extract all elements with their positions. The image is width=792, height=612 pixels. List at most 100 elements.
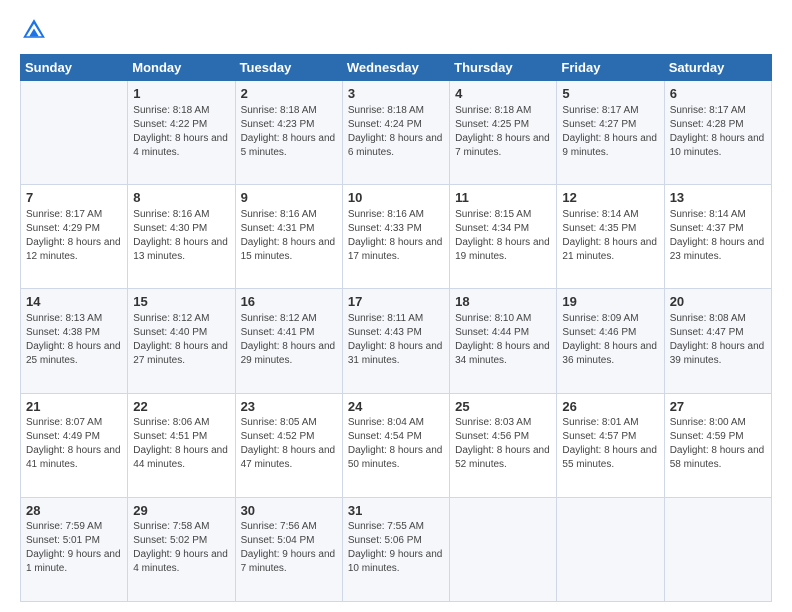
day-number: 5 — [562, 85, 659, 103]
day-info: Sunrise: 8:13 AMSunset: 4:38 PMDaylight:… — [26, 312, 123, 368]
calendar-cell: 16Sunrise: 8:12 AMSunset: 4:41 PMDayligh… — [235, 289, 342, 393]
calendar-cell: 9Sunrise: 8:16 AMSunset: 4:31 PMDaylight… — [235, 185, 342, 289]
calendar-cell — [557, 497, 664, 601]
calendar-cell: 6Sunrise: 8:17 AMSunset: 4:28 PMDaylight… — [664, 81, 771, 185]
day-info: Sunrise: 8:12 AMSunset: 4:41 PMDaylight:… — [241, 312, 338, 368]
calendar-cell: 29Sunrise: 7:58 AMSunset: 5:02 PMDayligh… — [128, 497, 235, 601]
day-number: 13 — [670, 189, 767, 207]
weekday-header-wednesday: Wednesday — [342, 55, 449, 81]
day-number: 3 — [348, 85, 445, 103]
day-info: Sunrise: 8:11 AMSunset: 4:43 PMDaylight:… — [348, 312, 445, 368]
day-number: 7 — [26, 189, 123, 207]
day-info: Sunrise: 8:04 AMSunset: 4:54 PMDaylight:… — [348, 416, 445, 472]
calendar-cell: 17Sunrise: 8:11 AMSunset: 4:43 PMDayligh… — [342, 289, 449, 393]
weekday-header-row: SundayMondayTuesdayWednesdayThursdayFrid… — [21, 55, 772, 81]
day-number: 28 — [26, 502, 123, 520]
day-number: 11 — [455, 189, 552, 207]
calendar-week-row: 14Sunrise: 8:13 AMSunset: 4:38 PMDayligh… — [21, 289, 772, 393]
day-info: Sunrise: 8:17 AMSunset: 4:27 PMDaylight:… — [562, 104, 659, 160]
day-info: Sunrise: 8:03 AMSunset: 4:56 PMDaylight:… — [455, 416, 552, 472]
day-info: Sunrise: 8:00 AMSunset: 4:59 PMDaylight:… — [670, 416, 767, 472]
calendar-cell: 27Sunrise: 8:00 AMSunset: 4:59 PMDayligh… — [664, 393, 771, 497]
calendar-week-row: 7Sunrise: 8:17 AMSunset: 4:29 PMDaylight… — [21, 185, 772, 289]
calendar-cell: 13Sunrise: 8:14 AMSunset: 4:37 PMDayligh… — [664, 185, 771, 289]
logo — [20, 16, 52, 44]
day-number: 23 — [241, 398, 338, 416]
day-info: Sunrise: 7:58 AMSunset: 5:02 PMDaylight:… — [133, 520, 230, 576]
calendar-cell — [21, 81, 128, 185]
weekday-header-thursday: Thursday — [450, 55, 557, 81]
day-info: Sunrise: 8:18 AMSunset: 4:23 PMDaylight:… — [241, 104, 338, 160]
calendar-cell: 19Sunrise: 8:09 AMSunset: 4:46 PMDayligh… — [557, 289, 664, 393]
day-info: Sunrise: 8:14 AMSunset: 4:35 PMDaylight:… — [562, 208, 659, 264]
day-number: 10 — [348, 189, 445, 207]
calendar-cell: 26Sunrise: 8:01 AMSunset: 4:57 PMDayligh… — [557, 393, 664, 497]
weekday-header-friday: Friday — [557, 55, 664, 81]
day-info: Sunrise: 8:15 AMSunset: 4:34 PMDaylight:… — [455, 208, 552, 264]
calendar-cell: 24Sunrise: 8:04 AMSunset: 4:54 PMDayligh… — [342, 393, 449, 497]
calendar-cell: 8Sunrise: 8:16 AMSunset: 4:30 PMDaylight… — [128, 185, 235, 289]
calendar-cell — [664, 497, 771, 601]
calendar-cell: 28Sunrise: 7:59 AMSunset: 5:01 PMDayligh… — [21, 497, 128, 601]
day-number: 31 — [348, 502, 445, 520]
day-info: Sunrise: 8:16 AMSunset: 4:30 PMDaylight:… — [133, 208, 230, 264]
day-info: Sunrise: 8:01 AMSunset: 4:57 PMDaylight:… — [562, 416, 659, 472]
calendar-week-row: 21Sunrise: 8:07 AMSunset: 4:49 PMDayligh… — [21, 393, 772, 497]
day-info: Sunrise: 8:16 AMSunset: 4:33 PMDaylight:… — [348, 208, 445, 264]
day-info: Sunrise: 8:12 AMSunset: 4:40 PMDaylight:… — [133, 312, 230, 368]
calendar-cell: 12Sunrise: 8:14 AMSunset: 4:35 PMDayligh… — [557, 185, 664, 289]
day-number: 8 — [133, 189, 230, 207]
weekday-header-monday: Monday — [128, 55, 235, 81]
day-number: 6 — [670, 85, 767, 103]
day-info: Sunrise: 8:16 AMSunset: 4:31 PMDaylight:… — [241, 208, 338, 264]
day-info: Sunrise: 7:59 AMSunset: 5:01 PMDaylight:… — [26, 520, 123, 576]
day-info: Sunrise: 8:18 AMSunset: 4:24 PMDaylight:… — [348, 104, 445, 160]
day-info: Sunrise: 8:18 AMSunset: 4:25 PMDaylight:… — [455, 104, 552, 160]
day-info: Sunrise: 8:17 AMSunset: 4:28 PMDaylight:… — [670, 104, 767, 160]
day-info: Sunrise: 8:18 AMSunset: 4:22 PMDaylight:… — [133, 104, 230, 160]
calendar-week-row: 1Sunrise: 8:18 AMSunset: 4:22 PMDaylight… — [21, 81, 772, 185]
day-info: Sunrise: 8:10 AMSunset: 4:44 PMDaylight:… — [455, 312, 552, 368]
day-info: Sunrise: 7:55 AMSunset: 5:06 PMDaylight:… — [348, 520, 445, 576]
weekday-header-saturday: Saturday — [664, 55, 771, 81]
calendar-cell: 1Sunrise: 8:18 AMSunset: 4:22 PMDaylight… — [128, 81, 235, 185]
day-number: 19 — [562, 293, 659, 311]
day-number: 12 — [562, 189, 659, 207]
day-info: Sunrise: 8:08 AMSunset: 4:47 PMDaylight:… — [670, 312, 767, 368]
calendar-table: SundayMondayTuesdayWednesdayThursdayFrid… — [20, 54, 772, 602]
day-number: 20 — [670, 293, 767, 311]
calendar-cell: 10Sunrise: 8:16 AMSunset: 4:33 PMDayligh… — [342, 185, 449, 289]
page: SundayMondayTuesdayWednesdayThursdayFrid… — [0, 0, 792, 612]
day-number: 18 — [455, 293, 552, 311]
calendar-cell: 23Sunrise: 8:05 AMSunset: 4:52 PMDayligh… — [235, 393, 342, 497]
calendar-cell: 5Sunrise: 8:17 AMSunset: 4:27 PMDaylight… — [557, 81, 664, 185]
calendar-cell: 20Sunrise: 8:08 AMSunset: 4:47 PMDayligh… — [664, 289, 771, 393]
day-info: Sunrise: 7:56 AMSunset: 5:04 PMDaylight:… — [241, 520, 338, 576]
day-number: 26 — [562, 398, 659, 416]
day-number: 21 — [26, 398, 123, 416]
day-info: Sunrise: 8:09 AMSunset: 4:46 PMDaylight:… — [562, 312, 659, 368]
day-number: 16 — [241, 293, 338, 311]
day-number: 17 — [348, 293, 445, 311]
calendar-cell: 4Sunrise: 8:18 AMSunset: 4:25 PMDaylight… — [450, 81, 557, 185]
day-number: 29 — [133, 502, 230, 520]
day-number: 14 — [26, 293, 123, 311]
calendar-week-row: 28Sunrise: 7:59 AMSunset: 5:01 PMDayligh… — [21, 497, 772, 601]
calendar-cell: 21Sunrise: 8:07 AMSunset: 4:49 PMDayligh… — [21, 393, 128, 497]
day-info: Sunrise: 8:07 AMSunset: 4:49 PMDaylight:… — [26, 416, 123, 472]
day-number: 27 — [670, 398, 767, 416]
day-number: 24 — [348, 398, 445, 416]
day-info: Sunrise: 8:17 AMSunset: 4:29 PMDaylight:… — [26, 208, 123, 264]
calendar-cell: 25Sunrise: 8:03 AMSunset: 4:56 PMDayligh… — [450, 393, 557, 497]
calendar-cell: 14Sunrise: 8:13 AMSunset: 4:38 PMDayligh… — [21, 289, 128, 393]
calendar-cell: 7Sunrise: 8:17 AMSunset: 4:29 PMDaylight… — [21, 185, 128, 289]
logo-icon — [20, 16, 48, 44]
day-number: 1 — [133, 85, 230, 103]
day-info: Sunrise: 8:14 AMSunset: 4:37 PMDaylight:… — [670, 208, 767, 264]
calendar-cell — [450, 497, 557, 601]
calendar-cell: 31Sunrise: 7:55 AMSunset: 5:06 PMDayligh… — [342, 497, 449, 601]
weekday-header-tuesday: Tuesday — [235, 55, 342, 81]
calendar-cell: 2Sunrise: 8:18 AMSunset: 4:23 PMDaylight… — [235, 81, 342, 185]
day-number: 22 — [133, 398, 230, 416]
calendar-cell: 11Sunrise: 8:15 AMSunset: 4:34 PMDayligh… — [450, 185, 557, 289]
